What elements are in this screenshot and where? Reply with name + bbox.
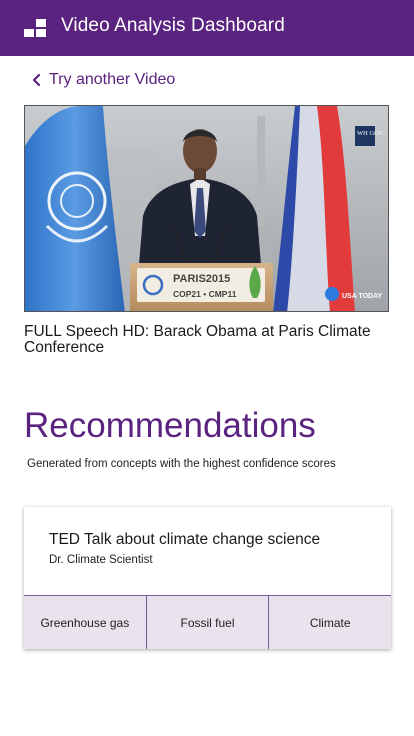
chevron-left-icon <box>32 73 41 87</box>
concept-tag[interactable]: Greenhouse gas <box>24 596 147 649</box>
podium-sign-line2: COP21 • CMP11 <box>173 289 237 299</box>
video-title: FULL Speech HD: Barack Obama at Paris Cl… <box>24 323 371 356</box>
concept-tags: Greenhouse gas Fossil fuel Climate <box>24 595 392 649</box>
dashboard-grid-icon <box>24 19 46 37</box>
corner-logo: WH GOV <box>357 130 384 137</box>
watermark: USA TODAY <box>342 293 383 300</box>
back-link-label: Try another Video <box>49 71 176 88</box>
try-another-video-link[interactable]: Try another Video <box>30 70 175 90</box>
recommendation-card[interactable]: TED Talk about climate change science Dr… <box>24 507 392 649</box>
concept-tag[interactable]: Fossil fuel <box>146 596 270 649</box>
app-title: Video Analysis Dashboard <box>61 15 285 36</box>
recommendation-title: TED Talk about climate change science <box>49 531 321 548</box>
podium-sign-line1: PARIS2015 <box>173 273 230 285</box>
app-bar: Video Analysis Dashboard <box>0 0 414 56</box>
recommendations-heading: Recommendations <box>24 406 316 445</box>
recommendation-author: Dr. Climate Scientist <box>49 554 153 566</box>
concept-tag[interactable]: Climate <box>269 596 392 649</box>
video-thumbnail: PARIS2015 COP21 • CMP11 WH GOV USA TODAY <box>25 106 388 311</box>
recommendations-subtitle: Generated from concepts with the highest… <box>27 458 336 470</box>
video-player[interactable]: PARIS2015 COP21 • CMP11 WH GOV USA TODAY <box>24 105 389 312</box>
